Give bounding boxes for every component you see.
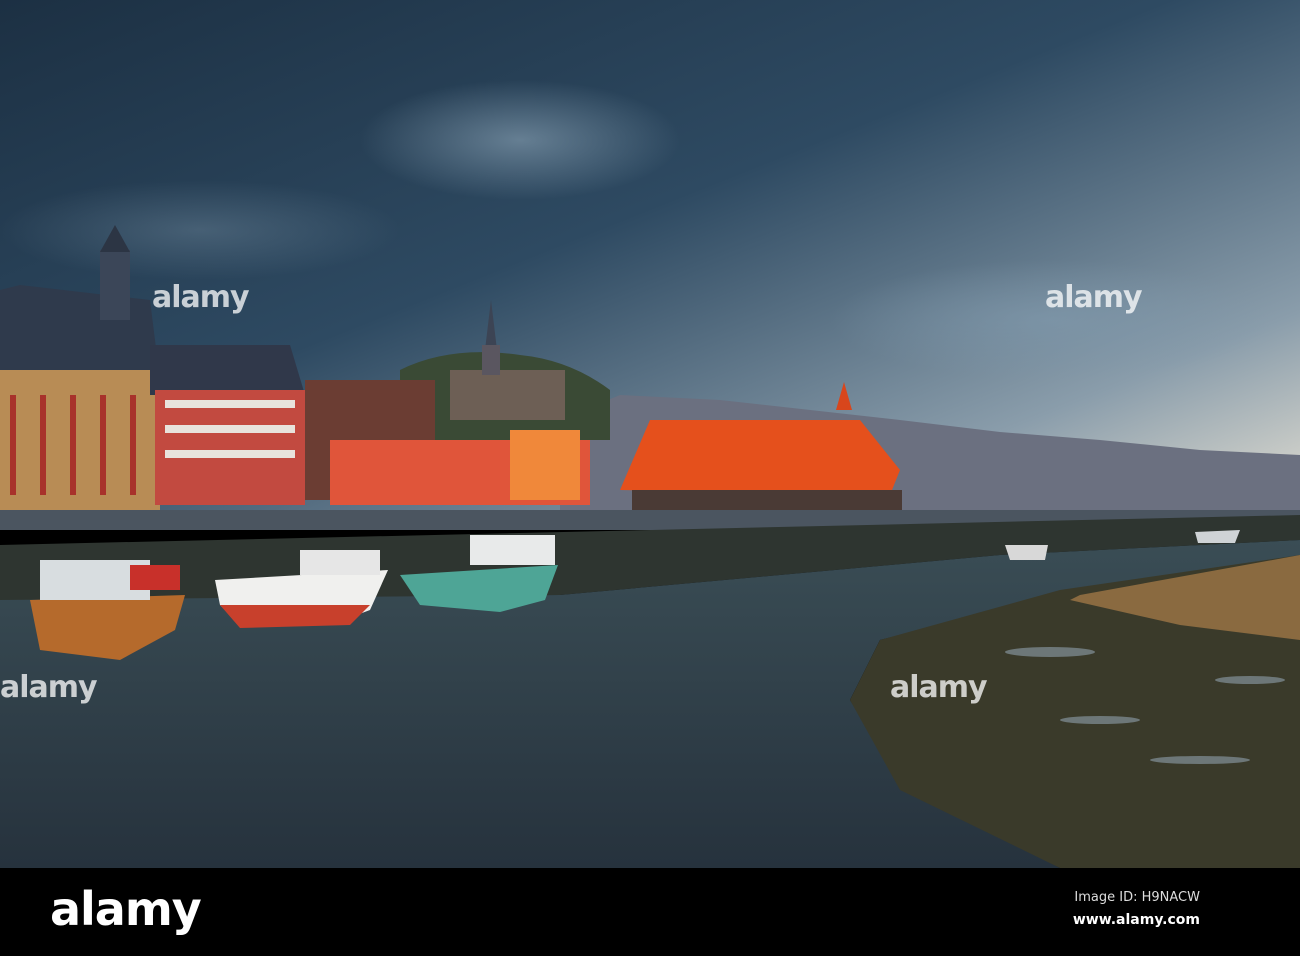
site-url[interactable]: www.alamy.com [1073,912,1200,928]
harbour-photo [0,0,1300,868]
boat-distant [1195,530,1240,543]
church [450,370,565,420]
footer-bar: alamy Image ID: H9NACW www.alamy.com [0,868,1300,956]
cloud [830,260,1270,380]
alamy-logo: alamy [50,882,202,936]
cloud [0,180,400,280]
watermark: alamy [1045,280,1143,315]
clock-tower [100,250,130,320]
market-hall-roof [620,420,900,495]
watermark: alamy [152,280,250,315]
cloud [360,80,680,200]
town-hall-roof [0,285,160,380]
boat-distant [1005,545,1048,560]
image-id: Image ID: H9NACW [1074,890,1200,905]
watermark: alamy [0,670,98,705]
stock-photo: alamy alamy alamy alamy alamy Image ID: … [0,0,1300,956]
watermark: alamy [890,670,988,705]
